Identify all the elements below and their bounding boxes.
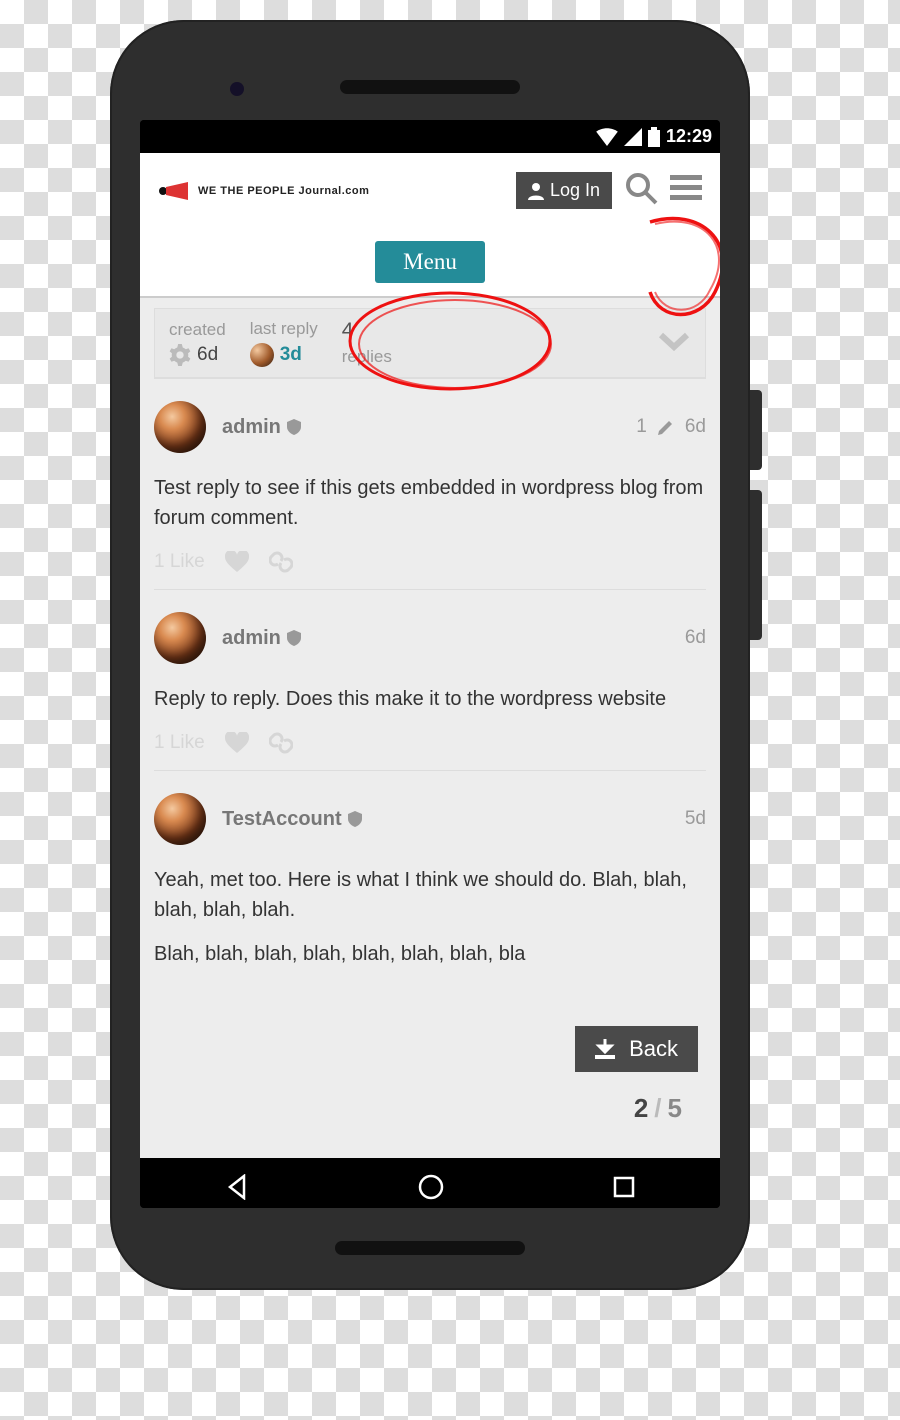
summary-last-reply-label: last reply xyxy=(250,319,318,339)
android-nav-bar xyxy=(140,1158,720,1208)
user-icon xyxy=(528,182,544,200)
battery-icon xyxy=(648,127,660,147)
chevron-down-icon[interactable] xyxy=(657,329,691,358)
heart-icon[interactable] xyxy=(225,732,249,754)
summary-replies: 4 replies xyxy=(342,319,392,367)
android-status-bar: 12:29 xyxy=(140,120,720,153)
site-logo[interactable]: WE THE PEOPLE Journal.com xyxy=(158,180,369,202)
post-like-count[interactable]: 1 Like xyxy=(154,551,205,573)
login-button[interactable]: Log In xyxy=(516,172,612,209)
summary-created-label: created xyxy=(169,320,226,340)
phone-speaker xyxy=(340,80,520,94)
phone-side-button xyxy=(750,490,762,640)
back-button[interactable]: Back xyxy=(575,1026,698,1072)
status-time: 12:29 xyxy=(666,126,712,147)
search-icon[interactable] xyxy=(624,171,658,210)
summary-created: created 6d xyxy=(169,320,226,366)
post-meta: 5d xyxy=(685,808,706,830)
summary-created-value: 6d xyxy=(197,344,218,366)
link-icon[interactable] xyxy=(269,551,293,573)
pencil-icon[interactable] xyxy=(657,418,675,436)
link-icon[interactable] xyxy=(269,732,293,754)
summary-replies-label: replies xyxy=(342,347,392,367)
pager-current: 2 xyxy=(634,1093,648,1123)
avatar[interactable] xyxy=(154,612,206,664)
post: admin 6d Reply to reply. Does this make … xyxy=(154,589,706,770)
post-body: Blah, blah, blah, blah, blah, blah, blah… xyxy=(154,939,706,969)
post-age: 6d xyxy=(685,416,706,438)
summary-last-reply: last reply 3d xyxy=(250,319,318,367)
shield-icon xyxy=(348,811,362,827)
nav-home-icon[interactable] xyxy=(417,1173,445,1206)
phone-screen: 12:29 WE THE PEOPLE Journal.com Log In xyxy=(140,120,720,1208)
login-label: Log In xyxy=(550,180,600,201)
summary-replies-count: 4 xyxy=(342,319,354,343)
avatar xyxy=(250,343,274,367)
post-like-count[interactable]: 1 Like xyxy=(154,732,205,754)
post-body: Yeah, met too. Here is what I think we s… xyxy=(154,865,706,925)
pager-total: 5 xyxy=(668,1093,682,1123)
menu-button[interactable]: Menu xyxy=(375,241,485,283)
phone-camera xyxy=(230,82,244,96)
app-header: WE THE PEOPLE Journal.com Log In xyxy=(140,153,720,228)
shield-icon xyxy=(287,630,301,646)
topic-content[interactable]: created 6d last reply 3d 4 replies xyxy=(140,298,720,1158)
phone-speaker xyxy=(335,1241,525,1255)
post-meta: 6d xyxy=(685,627,706,649)
post-username[interactable]: TestAccount xyxy=(222,808,362,831)
post-meta: 1 6d xyxy=(636,416,706,438)
avatar[interactable] xyxy=(154,793,206,845)
post-age: 5d xyxy=(685,808,706,830)
download-icon xyxy=(595,1039,615,1059)
post-username[interactable]: admin xyxy=(222,416,301,439)
post: TestAccount 5d Yeah, met too. Here is wh… xyxy=(154,770,706,985)
summary-last-reply-value: 3d xyxy=(280,344,302,366)
hamburger-icon[interactable] xyxy=(670,175,702,206)
post: admin 1 6d Test reply to see if this get… xyxy=(154,378,706,589)
heart-icon[interactable] xyxy=(225,551,249,573)
gear-icon xyxy=(169,344,191,366)
bullhorn-icon xyxy=(158,180,192,202)
phone-mockup: 12:29 WE THE PEOPLE Journal.com Log In xyxy=(110,20,750,1290)
post-username[interactable]: admin xyxy=(222,627,301,650)
nav-back-icon[interactable] xyxy=(224,1174,250,1205)
logo-text: WE THE PEOPLE Journal.com xyxy=(198,185,369,197)
post-edit-count: 1 xyxy=(636,416,647,438)
topic-progress[interactable]: 2/5 xyxy=(622,1089,694,1128)
secondary-nav: Menu xyxy=(140,228,720,298)
topic-summary[interactable]: created 6d last reply 3d 4 replies xyxy=(154,308,706,378)
post-body: Test reply to see if this gets embedded … xyxy=(154,473,706,533)
post-age: 6d xyxy=(685,627,706,649)
post-actions: 1 Like xyxy=(154,732,706,754)
back-label: Back xyxy=(629,1036,678,1062)
avatar[interactable] xyxy=(154,401,206,453)
post-actions: 1 Like xyxy=(154,551,706,573)
signal-icon xyxy=(624,128,642,146)
wifi-icon xyxy=(596,128,618,146)
nav-recent-icon[interactable] xyxy=(612,1175,636,1204)
phone-side-button xyxy=(750,390,762,470)
post-body: Reply to reply. Does this make it to the… xyxy=(154,684,706,714)
shield-icon xyxy=(287,419,301,435)
